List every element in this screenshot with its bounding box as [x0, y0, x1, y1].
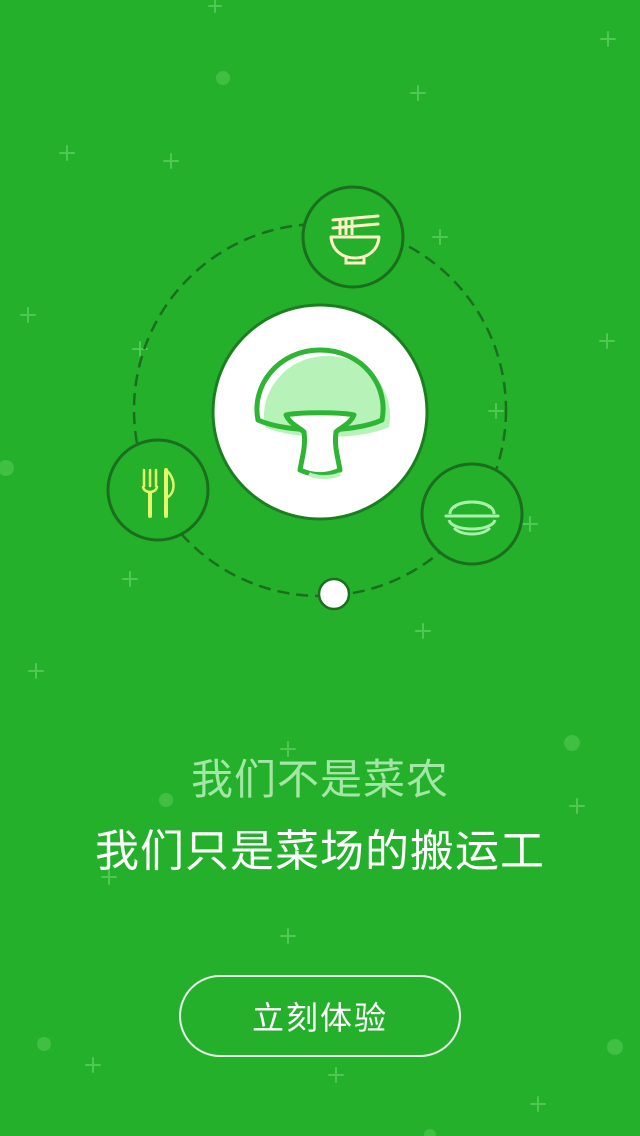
fork-knife-icon — [106, 438, 210, 542]
title-text: 我们只是菜场的搬运工 — [95, 826, 545, 877]
mushroom-icon — [211, 303, 429, 521]
orbit-dot — [317, 577, 351, 611]
subtitle-text: 我们不是菜农 — [190, 755, 449, 804]
onboarding-screen: 我们不是菜农 我们只是菜场的搬运工 立刻体验 — [0, 0, 640, 1136]
noodle-bowl-icon — [301, 185, 405, 289]
start-experience-button[interactable]: 立刻体验 — [179, 975, 461, 1057]
hero-illustration — [106, 185, 524, 611]
dish-bowl-icon — [420, 462, 524, 566]
